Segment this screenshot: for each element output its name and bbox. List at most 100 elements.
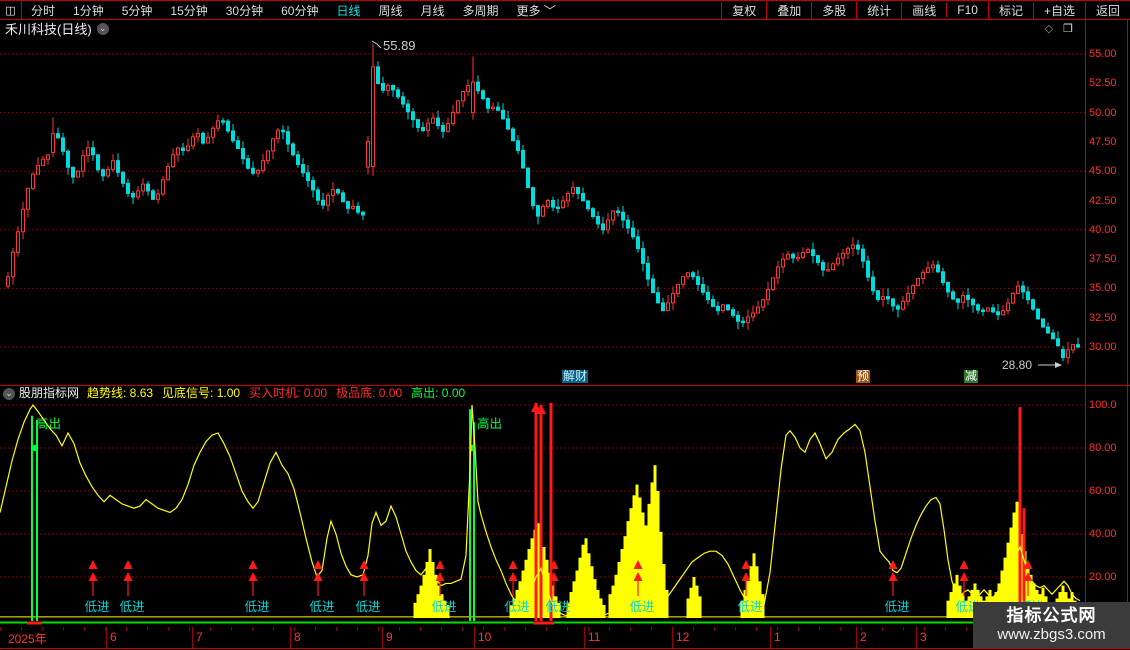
watermark-site-name: 指标公式网 [1006,606,1097,625]
diamond-icon[interactable]: ◇ [1045,22,1053,35]
month-label-10: 10 [478,630,492,644]
period-tab-5分钟[interactable]: 5分钟 [113,2,162,19]
toolbar-button-叠加[interactable]: 叠加 [766,1,811,19]
price-tick-label: 32.50 [1089,311,1117,324]
month-separator [672,627,673,648]
period-tabs: 分时 1分钟 5分钟 15分钟 30分钟 60分钟 日线 周线 月线 多周期 更多 ﹀ [22,1,565,19]
svg-text:低进: 低进 [431,600,457,614]
svg-text:低进: 低进 [119,600,145,614]
indicator-chart[interactable]: 高出高出低进低进低进低进低进低进低进低进低进低进低进低进低进 [0,400,1086,627]
toolbar-button-F10[interactable]: F10 [946,3,988,17]
title-chevron-icon[interactable]: ⌄ [96,22,109,35]
svg-text:55.89: 55.89 [383,38,416,53]
month-label-12: 12 [676,630,690,644]
period-tab-1分钟[interactable]: 1分钟 [64,2,113,19]
chart-right-border [1085,19,1086,648]
price-tick-label: 42.50 [1089,194,1117,207]
price-tick-label: 45.00 [1089,165,1117,178]
indicator-tick-label: 60.00 [1089,485,1117,497]
svg-text:低进: 低进 [84,600,110,614]
month-label-9: 9 [386,630,393,644]
price-tick-label: 52.50 [1089,77,1117,90]
toolbar-button-标记[interactable]: 标记 [987,1,1033,19]
period-tab-月线[interactable]: 月线 [412,2,454,19]
price-tick-label: 55.00 [1089,48,1117,60]
month-separator [856,627,857,648]
month-label-8: 8 [294,630,301,644]
price-tick-label: 35.00 [1089,282,1117,295]
event-badge-解财[interactable]: 解财 [562,370,589,383]
period-tab-30分钟[interactable]: 30分钟 [217,2,272,19]
indicator-tick-label: 40.00 [1089,528,1117,540]
indicator-chevron-icon[interactable]: ⌄ [3,387,15,400]
svg-text:低进: 低进 [737,600,763,614]
indicator-name: 股朋指标网 [19,386,80,400]
month-label-7: 7 [196,630,203,644]
month-label-11: 11 [588,630,601,644]
indicator-field: 极品底: 0.00 [336,386,403,400]
toolbar-button-多股[interactable]: 多股 [811,1,856,19]
period-tab-多周期[interactable]: 多周期 [454,2,508,19]
toolbar-button-画线[interactable]: 画线 [901,1,946,19]
indicator-field: 买入时机: 0.00 [249,386,328,400]
period-tab-日线[interactable]: 日线 [327,2,369,19]
indicator-header: ⌄ 股朋指标网 趋势线: 8.63 见底信号: 1.00 买入时机: 0.00 极品底… [0,387,1085,400]
svg-text:低进: 低进 [355,600,381,614]
svg-text:低进: 低进 [629,600,655,614]
panel-icon[interactable]: ❒ [1063,22,1073,35]
indicator-tick-label: 20.00 [1089,571,1117,583]
month-separator [106,627,107,648]
svg-text:低进: 低进 [309,600,335,614]
period-tab-更多[interactable]: 更多 ﹀ [508,2,565,19]
event-badge-预[interactable]: 预 [856,370,871,383]
svg-text:低进: 低进 [884,600,910,614]
toolbar-actions: 复权 叠加 多股 统计 画线 F10 标记 +自选 返回 [721,1,1130,19]
svg-text:低进: 低进 [504,600,530,614]
stock-title: 禾川科技(日线) [5,22,92,37]
svg-text:低进: 低进 [244,600,270,614]
indicator-tick-label: 80.00 [1089,442,1117,454]
svg-text:高出: 高出 [477,416,502,431]
toolbar-button-+自选[interactable]: +自选 [1032,1,1085,19]
month-label-2025年: 2025年 [8,632,47,646]
svg-text:低进: 低进 [545,600,571,614]
month-label-6: 6 [110,630,117,644]
window-right-border[interactable] [1127,19,1128,648]
candlestick-chart[interactable]: 55.89 28.80 [0,38,1086,386]
time-axis[interactable]: 2025年 6 7 8 9 10 11 12 1 2 3 [0,627,1130,649]
price-tick-label: 50.00 [1089,106,1117,119]
toolbar-button-返回[interactable]: 返回 [1084,1,1130,19]
indicator-field: 趋势线: 8.63 [87,386,154,400]
svg-text:28.80: 28.80 [1002,358,1032,372]
trading-app-window: ◫ 分时 1分钟 5分钟 15分钟 30分钟 60分钟 日线 周线 月线 多周期 更多 ﹀ 复权 叠加… [0,0,1130,650]
month-separator [474,627,475,648]
period-tab-15分钟[interactable]: 15分钟 [161,2,216,19]
month-separator [916,627,917,648]
price-tick-label: 40.00 [1089,223,1117,236]
month-separator [382,627,383,648]
period-tab-60分钟[interactable]: 60分钟 [272,2,327,19]
month-label-3: 3 [920,630,927,644]
watermark: 指标公式网 www.zbgs3.com [973,602,1130,648]
period-tab-周线[interactable]: 周线 [369,2,411,19]
month-separator [290,627,291,648]
top-toolbar: ◫ 分时 1分钟 5分钟 15分钟 30分钟 60分钟 日线 周线 月线 多周期 更多 ﹀ 复权 叠加… [0,0,1130,20]
event-badge-减[interactable]: 减 [964,370,979,383]
stock-mode-icon[interactable]: ◫ [0,1,22,19]
month-separator [584,627,585,648]
price-tick-label: 37.50 [1089,253,1117,266]
price-tick-label: 30.00 [1089,341,1117,353]
month-separator [770,627,771,648]
indicator-field: 见底信号: 1.00 [162,386,241,400]
indicator-values: 趋势线: 8.63 见底信号: 1.00 买入时机: 0.00 极品底: 0.00 高出… [87,387,474,400]
watermark-url: www.zbgs3.com [997,626,1106,643]
period-tab-分时[interactable]: 分时 [22,2,64,19]
indicator-field: 高出: 0.00 [411,386,466,400]
month-separator [192,627,193,648]
toolbar-button-复权[interactable]: 复权 [721,1,766,19]
svg-text:高出: 高出 [36,416,61,431]
month-label-2: 2 [860,630,867,644]
price-tick-label: 47.50 [1089,135,1117,148]
month-label-1: 1 [774,630,781,644]
toolbar-button-统计[interactable]: 统计 [856,1,901,19]
